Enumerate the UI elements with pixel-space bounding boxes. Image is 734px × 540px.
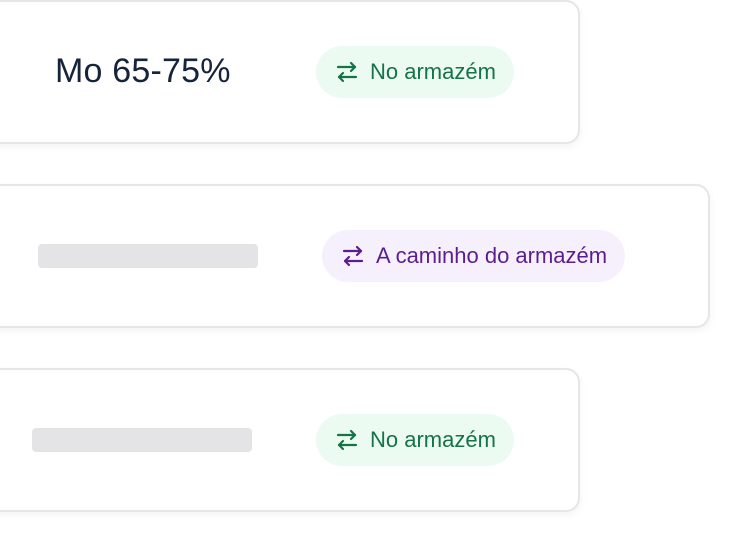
status-label: No armazém [370, 59, 496, 84]
transfer-arrows-icon [336, 429, 358, 451]
status-label: A caminho do armazém [376, 243, 608, 268]
loading-placeholder [38, 244, 258, 268]
transfer-arrows-icon [336, 61, 358, 83]
status-badge: No armazém [316, 414, 514, 466]
loading-placeholder [32, 428, 252, 452]
product-title: Mo 65-75% [55, 52, 231, 90]
product-card[interactable]: A caminho do armazém [0, 184, 710, 328]
product-card[interactable]: Mo 65-75% No armazém [0, 0, 580, 144]
product-card[interactable]: No armazém [0, 368, 580, 512]
transfer-arrows-icon [342, 245, 364, 267]
status-badge: A caminho do armazém [322, 230, 626, 282]
status-badge: No armazém [316, 46, 514, 98]
status-label: No armazém [370, 427, 496, 452]
